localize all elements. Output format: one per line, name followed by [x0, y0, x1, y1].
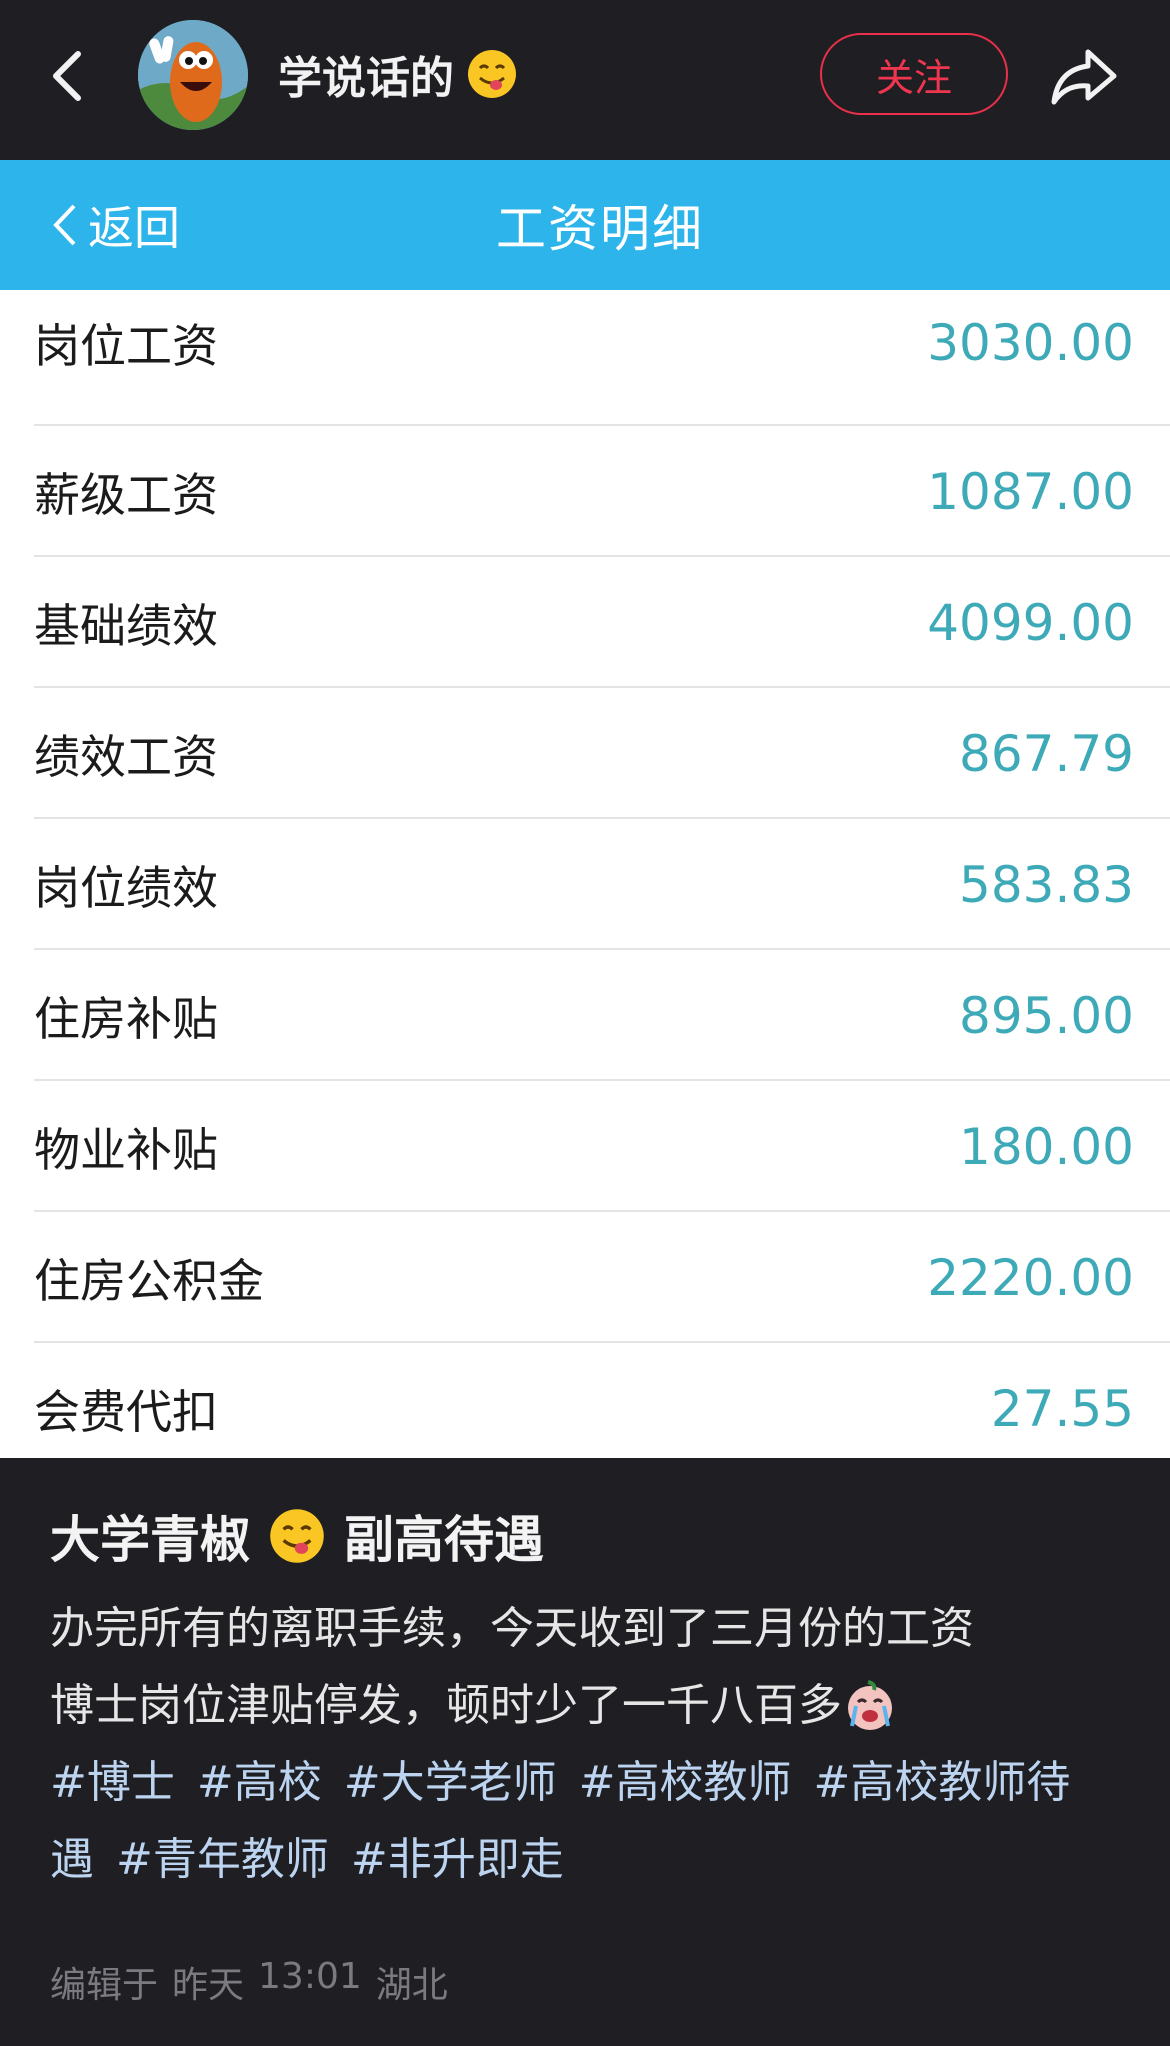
salary-label: 岗位绩效	[34, 860, 218, 915]
salary-list: 岗位工资 3030.00 薪级工资 1087.00 基础绩效 4099.00 绩…	[0, 290, 1170, 1458]
salary-value: 27.55	[990, 1379, 1134, 1438]
salary-value: 1087.00	[927, 462, 1134, 521]
salary-title: 工资明细	[496, 200, 704, 258]
chevron-left-icon	[53, 51, 81, 101]
hashtag-line: 遇 #青年教师 #非升即走	[50, 1821, 1130, 1898]
salary-row: 住房补贴 895.00	[0, 950, 1170, 1081]
hashtag-link[interactable]: #博士	[50, 1744, 175, 1821]
top-app-bar: 学说话的 关注	[0, 0, 1170, 160]
salary-value: 867.79	[959, 724, 1134, 783]
hashtag-link[interactable]: #高校教师待	[814, 1744, 1071, 1821]
hashtag-link[interactable]: 遇	[50, 1821, 94, 1898]
meta-time: 13:01	[258, 1956, 362, 1997]
post-title-part2: 副高待遇	[344, 1511, 544, 1569]
post-title-part1: 大学青椒	[50, 1511, 250, 1569]
salary-value: 180.00	[959, 1117, 1134, 1176]
salary-row: 薪级工资 1087.00	[0, 426, 1170, 557]
salary-label: 岗位工资	[34, 319, 218, 373]
post-meta: 编辑于 昨天 13:01 湖北	[50, 1956, 448, 2008]
smiley-tongue-icon	[468, 50, 516, 98]
salary-label: 住房补贴	[34, 991, 218, 1046]
salary-row: 物业补贴 180.00	[0, 1081, 1170, 1212]
hashtag-link[interactable]: #青年教师	[116, 1821, 329, 1898]
salary-label: 绩效工资	[34, 729, 218, 784]
post-body: 办完所有的离职手续，今天收到了三月份的工资 博士岗位津贴停发，顿时少了一千八百多…	[50, 1590, 1130, 1898]
post-title: 大学青椒 副高待遇	[50, 1498, 544, 1574]
salary-value: 2220.00	[927, 1248, 1134, 1307]
meta-prefix: 编辑于	[50, 1965, 159, 2006]
salary-value: 895.00	[959, 986, 1134, 1045]
salary-label: 会费代扣	[34, 1384, 218, 1439]
salary-label: 物业补贴	[34, 1122, 218, 1177]
hashtag-line: #博士 #高校 #大学老师 #高校教师 #高校教师待	[50, 1744, 1130, 1821]
hashtag-link[interactable]: #大学老师	[344, 1744, 557, 1821]
salary-label: 住房公积金	[34, 1253, 264, 1308]
avatar[interactable]	[138, 20, 248, 130]
post-content: 大学青椒 副高待遇 办完所有的离职手续，今天收到了三月份的工资 博士岗位津贴停发…	[0, 1458, 1170, 2046]
salary-row: 岗位绩效 583.83	[0, 819, 1170, 950]
salary-label: 薪级工资	[34, 467, 218, 522]
crying-face-icon	[848, 1679, 892, 1730]
share-button[interactable]	[1044, 36, 1124, 116]
salary-row: 绩效工资 867.79	[0, 688, 1170, 819]
post-line-with-emoji: 博士岗位津贴停发，顿时少了一千八百多	[50, 1667, 1130, 1744]
salary-label: 基础绩效	[34, 598, 218, 653]
username-text: 学说话的	[278, 53, 454, 104]
hashtag-link[interactable]: #非升即走	[351, 1821, 564, 1898]
salary-value: 583.83	[959, 855, 1134, 914]
follow-button[interactable]: 关注	[820, 33, 1008, 115]
share-arrow-icon	[1051, 49, 1117, 105]
salary-row: 岗位工资 3030.00	[0, 290, 1170, 426]
hashtag-link[interactable]: #高校教师	[579, 1744, 792, 1821]
salary-detail-image[interactable]: 返回 工资明细 岗位工资 3030.00 薪级工资 1087.00 基础绩效 4…	[0, 160, 1170, 1458]
back-button[interactable]	[44, 36, 104, 116]
salary-row: 会费代扣 27.55	[0, 1343, 1170, 1458]
smiley-tongue-icon	[270, 1509, 324, 1563]
salary-value: 4099.00	[927, 593, 1134, 652]
hashtag-link[interactable]: #高校	[197, 1744, 322, 1821]
salary-row: 住房公积金 2220.00	[0, 1212, 1170, 1343]
post-line: 博士岗位津贴停发，顿时少了一千八百多	[50, 1680, 842, 1731]
salary-row: 基础绩效 4099.00	[0, 557, 1170, 688]
post-line: 办完所有的离职手续，今天收到了三月份的工资	[50, 1603, 974, 1654]
meta-day: 昨天	[172, 1965, 245, 2006]
meta-location: 湖北	[375, 1965, 448, 2006]
username[interactable]: 学说话的	[278, 44, 518, 104]
salary-value: 3030.00	[927, 314, 1134, 372]
